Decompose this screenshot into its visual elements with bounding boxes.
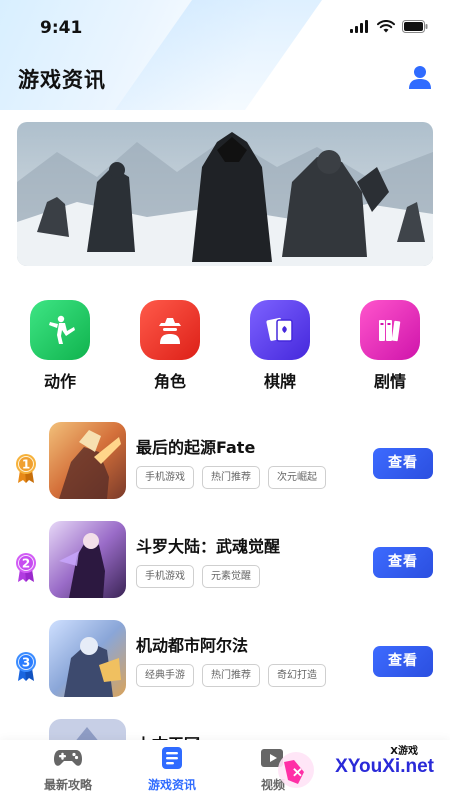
user-profile-icon[interactable] <box>406 63 434 91</box>
page-title: 游戏资讯 <box>18 68 106 92</box>
rank-badge-icon: 1 <box>16 454 36 483</box>
kick-icon <box>30 300 90 360</box>
tab-game-news[interactable]: 游戏资讯 <box>127 746 217 793</box>
status-bar: 9:41 <box>0 0 450 56</box>
view-button[interactable]: 查看 <box>373 448 433 479</box>
rank-badge-icon: 2 <box>16 553 36 582</box>
tag[interactable]: 手机游戏 <box>136 466 194 489</box>
rank-badge-icon: 3 <box>16 652 36 681</box>
tab-label: 游戏资讯 <box>147 778 196 792</box>
document-icon <box>162 747 182 769</box>
books-icon <box>360 300 420 360</box>
status-time: 9:41 <box>40 18 83 38</box>
category-label: 棋牌 <box>263 372 296 391</box>
wifi-icon <box>377 20 395 33</box>
game-title: 机动都市阿尔法 <box>136 636 249 655</box>
rank-number: 1 <box>22 458 30 472</box>
tab-label: 最新攻略 <box>43 778 92 792</box>
game-list-item[interactable]: 2 斗罗大陆：武魂觉醒 手机游戏 元素觉醒 查看 <box>0 521 450 601</box>
gamepad-icon <box>54 750 82 766</box>
tag[interactable]: 奇幻打造 <box>268 664 326 687</box>
category-grid: 动作 角色 棋牌 剧情 <box>0 300 450 395</box>
tab-latest-guides[interactable]: 最新攻略 <box>23 746 113 793</box>
view-button[interactable]: 查看 <box>373 547 433 578</box>
cards-icon <box>250 300 310 360</box>
game-thumbnail[interactable] <box>49 620 126 697</box>
game-list-item[interactable]: 1 最后的起源Fate 手机游戏 热门推荐 次元崛起 查看 <box>0 422 450 502</box>
tag-list: 经典手游 热门推荐 奇幻打造 <box>136 664 326 687</box>
status-icons <box>350 20 428 33</box>
tag-list: 手机游戏 元素觉醒 <box>136 565 260 588</box>
signal-icon <box>350 20 368 33</box>
spy-icon <box>140 300 200 360</box>
category-cards[interactable]: 棋牌 <box>240 300 320 392</box>
game-title: 最后的起源Fate <box>136 438 256 457</box>
game-title: 斗罗大陆：武魂觉醒 <box>136 537 281 556</box>
category-action[interactable]: 动作 <box>20 300 100 392</box>
tag[interactable]: 手机游戏 <box>136 565 194 588</box>
tag[interactable]: 经典手游 <box>136 664 194 687</box>
page-header: 游戏资讯 <box>0 56 450 106</box>
battery-icon <box>402 20 428 33</box>
tag-list: 手机游戏 热门推荐 次元崛起 <box>136 466 326 489</box>
game-list-item[interactable]: 3 机动都市阿尔法 经典手游 热门推荐 奇幻打造 查看 <box>0 620 450 700</box>
tag[interactable]: 热门推荐 <box>202 664 260 687</box>
watermark-main-text: XYouXi.net <box>335 756 434 777</box>
tag[interactable]: 次元崛起 <box>268 466 326 489</box>
svg-text:✕: ✕ <box>292 765 303 780</box>
game-thumbnail[interactable] <box>49 521 126 598</box>
category-label: 剧情 <box>373 372 406 391</box>
tag[interactable]: 热门推荐 <box>202 466 260 489</box>
category-label: 动作 <box>43 372 76 391</box>
rank-number: 3 <box>22 656 30 670</box>
site-watermark: ✕ X游戏 XYouXi.net <box>274 740 444 794</box>
game-thumbnail[interactable] <box>49 422 126 499</box>
view-button[interactable]: 查看 <box>373 646 433 677</box>
category-story[interactable]: 剧情 <box>350 300 430 392</box>
rank-number: 2 <box>22 557 30 571</box>
tag[interactable]: 元素觉醒 <box>202 565 260 588</box>
category-label: 角色 <box>153 372 186 391</box>
banner-image[interactable] <box>17 122 433 266</box>
category-role[interactable]: 角色 <box>130 300 210 392</box>
watermark-top-text: X游戏 <box>390 746 418 757</box>
